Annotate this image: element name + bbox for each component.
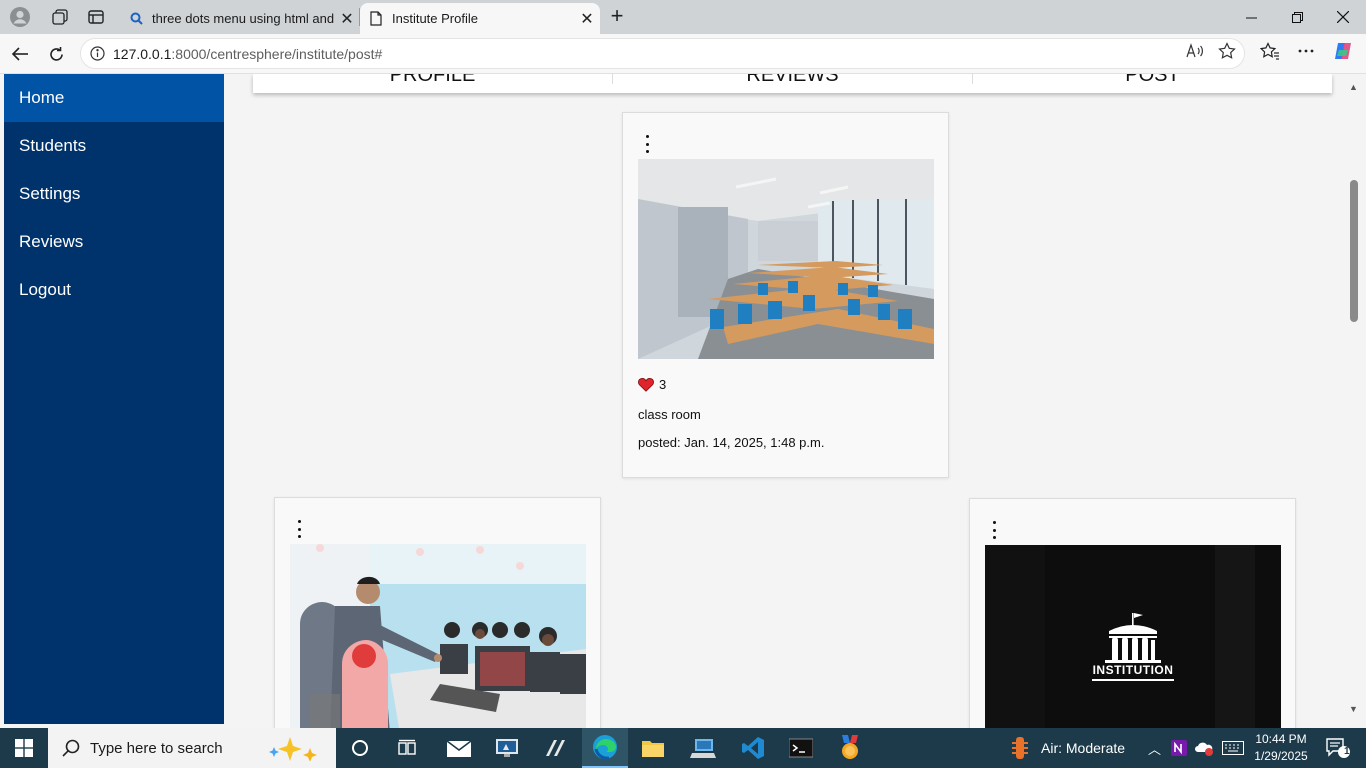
taskbar: Type here to search Air: Moderate ︿ 10:4… [0, 728, 1366, 768]
scroll-up-arrow-icon[interactable]: ▲ [1349, 82, 1358, 92]
onenote-icon[interactable] [1168, 728, 1190, 768]
search-placeholder: Type here to search [90, 739, 223, 757]
post-card [274, 497, 601, 728]
post-date: posted: Jan. 14, 2025, 1:48 p.m. [638, 435, 825, 450]
three-dots-menu-icon[interactable] [641, 135, 653, 153]
sidebar-item-students[interactable]: Students [4, 122, 224, 170]
taskbar-search-box[interactable]: Type here to search [48, 728, 336, 768]
windows-start-icon[interactable] [0, 728, 48, 768]
profile-icon[interactable] [6, 4, 34, 30]
keyboard-icon[interactable] [1218, 728, 1248, 768]
workspaces-icon[interactable] [46, 4, 74, 30]
refresh-button[interactable] [41, 40, 71, 68]
device-manager-icon[interactable] [680, 728, 726, 768]
restore-button[interactable] [1274, 0, 1320, 34]
back-button[interactable] [5, 40, 35, 68]
copilot-icon[interactable] [1331, 41, 1355, 61]
heart-icon[interactable] [638, 377, 654, 392]
post-caption: class room [638, 407, 701, 422]
close-tab-icon[interactable]: ✕ [574, 9, 600, 29]
show-hidden-icons-icon[interactable]: ︿ [1148, 739, 1161, 758]
onedrive-icon[interactable] [1192, 728, 1216, 768]
post-image-institution: INSTITUTION [985, 545, 1281, 728]
browser-tab-bar: three dots menu using html and c ✕ Insti… [0, 0, 1366, 34]
like-count: 3 [659, 377, 667, 392]
tab-institute-profile[interactable]: Institute Profile ✕ [360, 3, 600, 34]
file-explorer-icon[interactable] [630, 728, 676, 768]
url-path: :8000/centresphere/institute/post# [171, 45, 383, 62]
mail-icon[interactable] [436, 728, 482, 768]
tab-three-dots-menu[interactable]: three dots menu using html and c ✕ [120, 3, 360, 34]
post-card: 3 class room posted: Jan. 14, 2025, 1:48… [622, 112, 949, 478]
close-tab-icon[interactable]: ✕ [334, 9, 360, 29]
sidebar-item-home[interactable]: Home [4, 74, 224, 122]
award-app-icon[interactable] [827, 728, 873, 768]
site-info-icon[interactable] [81, 46, 113, 61]
tab-actions-icon[interactable] [82, 4, 110, 30]
sidebar-item-settings[interactable]: Settings [4, 170, 224, 218]
tab-profile[interactable]: PROFILE [253, 74, 613, 85]
scrollbar-thumb[interactable] [1350, 180, 1358, 322]
address-field[interactable]: 127.0.0.1:8000/centresphere/institute/po… [80, 38, 1245, 69]
notification-count: 1 [1344, 746, 1350, 757]
minimize-button[interactable] [1228, 0, 1274, 34]
page-viewport: Home Students Settings Reviews Logout PR… [0, 74, 1366, 728]
clock-date: 1/29/2025 [1254, 749, 1308, 763]
url-host: 127.0.0.1 [113, 45, 172, 62]
favorites-icon[interactable] [1258, 41, 1282, 61]
sidebar-item-reviews[interactable]: Reviews [4, 218, 224, 266]
terminal-icon[interactable] [778, 728, 824, 768]
close-window-button[interactable] [1320, 0, 1366, 34]
clock-time: 10:44 PM [1255, 732, 1307, 746]
tab-reviews[interactable]: REVIEWS [613, 74, 973, 85]
search-icon [128, 12, 144, 25]
taskbar-clock[interactable]: 10:44 PM 1/29/2025 [1248, 731, 1314, 765]
address-bar-row: 127.0.0.1:8000/centresphere/institute/po… [0, 34, 1366, 74]
three-dots-menu-icon[interactable] [988, 521, 1000, 539]
favorite-star-icon[interactable] [1215, 41, 1239, 61]
search-icon [62, 739, 80, 757]
tab-title: three dots menu using html and c [152, 11, 334, 26]
tab-post[interactable]: POST [973, 74, 1332, 85]
search-highlight-icon [264, 735, 322, 766]
url-text: 127.0.0.1:8000/centresphere/institute/po… [113, 46, 382, 62]
remote-desktop-icon[interactable] [484, 728, 530, 768]
sidebar: Home Students Settings Reviews Logout [4, 74, 224, 724]
read-aloud-icon[interactable] [1183, 41, 1207, 61]
profile-tabs-bar: PROFILE REVIEWS POST [253, 74, 1332, 93]
post-image-computer-lab [290, 544, 586, 728]
post-card: INSTITUTION [969, 498, 1296, 728]
scroll-down-arrow-icon[interactable]: ▼ [1349, 704, 1358, 714]
like-row: 3 [638, 377, 666, 392]
vscode-icon[interactable] [730, 728, 776, 768]
page-icon [368, 11, 384, 26]
notifications-icon[interactable]: 1 [1318, 728, 1358, 768]
new-tab-button[interactable]: + [604, 4, 630, 30]
three-dots-menu-icon[interactable] [293, 520, 305, 538]
post-image-classroom [638, 159, 934, 359]
weather-icon[interactable] [998, 728, 1042, 768]
institution-logo-text: INSTITUTION [1092, 663, 1174, 677]
task-view-icon[interactable] [384, 728, 430, 768]
weather-text[interactable]: Air: Moderate [1041, 740, 1125, 756]
sidebar-item-logout[interactable]: Logout [4, 266, 224, 314]
app-slashes-icon[interactable] [533, 728, 579, 768]
cortana-icon[interactable] [337, 728, 383, 768]
page-scrollbar[interactable]: ▲ ▼ [1346, 74, 1362, 728]
more-menu-icon[interactable] [1294, 41, 1318, 61]
logo-underline [1092, 679, 1174, 681]
tab-title: Institute Profile [392, 11, 478, 26]
edge-browser-icon[interactable] [582, 728, 628, 768]
